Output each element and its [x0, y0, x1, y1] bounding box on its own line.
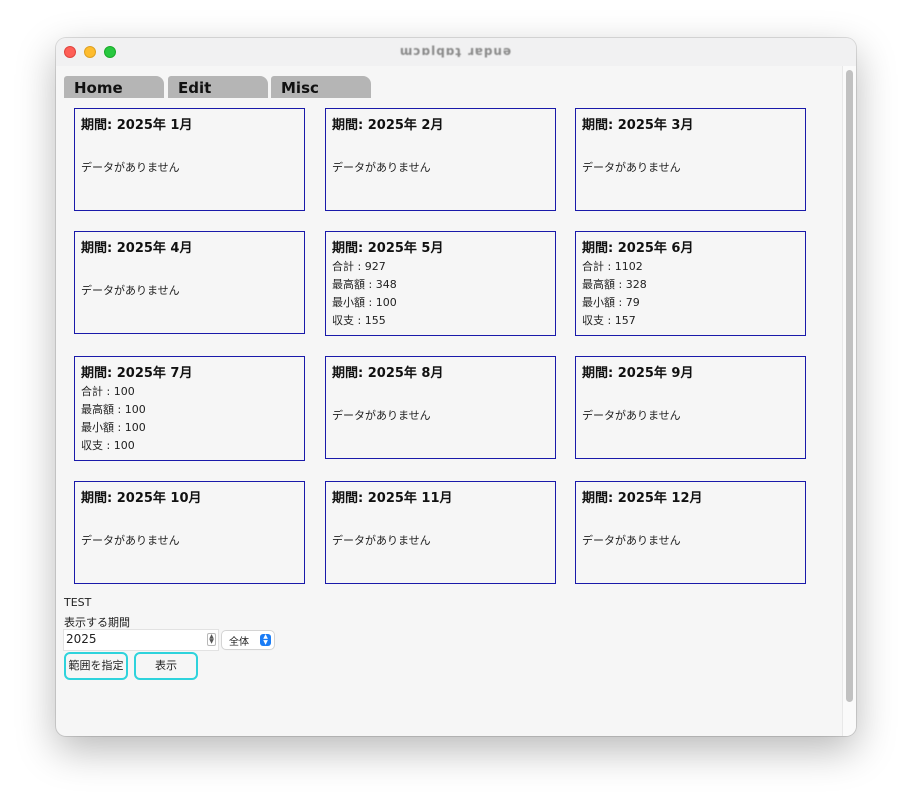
stat-max: 最高額 : 328 [582, 278, 647, 291]
card-title: 期間: 2025年 3月 [582, 118, 694, 133]
card-title: 期間: 2025年 4月 [81, 241, 193, 256]
card-empty-message: データがありません [81, 534, 180, 547]
scrollbar-thumb[interactable] [846, 70, 853, 702]
card-empty-message: データがありません [332, 409, 431, 422]
set-range-button[interactable]: 範囲を指定 [64, 652, 128, 680]
card-title: 期間: 2025年 8月 [332, 366, 444, 381]
stat-max: 最高額 : 100 [81, 403, 146, 416]
card-title: 期間: 2025年 10月 [81, 491, 202, 506]
year-value: 2025 [66, 632, 97, 646]
year-input[interactable]: 2025 ▲ ▼ [64, 630, 218, 650]
month-card-jun: 期間: 2025年 6月 合計 : 1102 最高額 : 328 最小額 : 7… [575, 231, 806, 336]
month-card-jul: 期間: 2025年 7月 合計 : 100 最高額 : 100 最小額 : 10… [74, 356, 305, 461]
card-title: 期間: 2025年 9月 [582, 366, 694, 381]
test-label: TEST [64, 596, 92, 609]
card-empty-message: データがありません [81, 284, 180, 297]
card-empty-message: データがありません [332, 534, 431, 547]
card-empty-message: データがありません [332, 161, 431, 174]
card-title: 期間: 2025年 6月 [582, 241, 694, 256]
stat-total: 合計 : 1102 [582, 260, 643, 273]
tab-misc[interactable]: Misc [271, 76, 371, 98]
month-card-oct: 期間: 2025年 10月 データがありません [74, 481, 305, 584]
up-down-stepper-icon[interactable]: ▲ ▼ [207, 633, 216, 646]
stat-balance: 収支 : 157 [582, 314, 636, 327]
stat-balance: 収支 : 155 [332, 314, 386, 327]
card-title: 期間: 2025年 7月 [81, 366, 193, 381]
month-card-feb: 期間: 2025年 2月 データがありません [325, 108, 556, 211]
tab-home[interactable]: Home [64, 76, 164, 98]
month-card-jan: 期間: 2025年 1月 データがありません [74, 108, 305, 211]
card-empty-message: データがありません [582, 161, 681, 174]
stat-balance: 収支 : 100 [81, 439, 135, 452]
card-empty-message: データがありません [81, 161, 180, 174]
tab-edit[interactable]: Edit [168, 76, 268, 98]
title-bar[interactable]: ɯɔɒlqɒʇ ɹɐpuə [56, 38, 856, 66]
card-empty-message: データがありません [582, 409, 681, 422]
period-label: 表示する期間 [64, 616, 130, 629]
card-title: 期間: 2025年 11月 [332, 491, 453, 506]
stat-max: 最高額 : 348 [332, 278, 397, 291]
vertical-scrollbar[interactable] [842, 66, 856, 736]
card-title: 期間: 2025年 5月 [332, 241, 444, 256]
scope-select[interactable]: 全体 ▲ ▼ [222, 631, 274, 649]
month-card-apr: 期間: 2025年 4月 データがありません [74, 231, 305, 334]
main-content: Home Edit Misc 期間: 2025年 1月 データがありません 期間… [56, 66, 842, 736]
card-empty-message: データがありません [582, 534, 681, 547]
month-card-nov: 期間: 2025年 11月 データがありません [325, 481, 556, 584]
card-title: 期間: 2025年 12月 [582, 491, 703, 506]
stat-min: 最小額 : 100 [332, 296, 397, 309]
stat-min: 最小額 : 79 [582, 296, 640, 309]
month-card-aug: 期間: 2025年 8月 データがありません [325, 356, 556, 459]
card-title: 期間: 2025年 2月 [332, 118, 444, 133]
month-card-sep: 期間: 2025年 9月 データがありません [575, 356, 806, 459]
month-card-may: 期間: 2025年 5月 合計 : 927 最高額 : 348 最小額 : 10… [325, 231, 556, 336]
window-title: ɯɔɒlqɒʇ ɹɐpuə [399, 44, 513, 58]
month-card-dec: 期間: 2025年 12月 データがありません [575, 481, 806, 584]
show-button[interactable]: 表示 [134, 652, 198, 680]
month-card-mar: 期間: 2025年 3月 データがありません [575, 108, 806, 211]
stat-min: 最小額 : 100 [81, 421, 146, 434]
scope-selected-value: 全体 [229, 637, 249, 648]
stat-total: 合計 : 927 [332, 260, 386, 273]
card-title: 期間: 2025年 1月 [81, 118, 193, 133]
stat-total: 合計 : 100 [81, 385, 135, 398]
chevron-up-down-icon: ▲ ▼ [260, 634, 271, 646]
app-window: ɯɔɒlqɒʇ ɹɐpuə Home Edit Misc 期間: 2025年 1… [56, 38, 856, 736]
